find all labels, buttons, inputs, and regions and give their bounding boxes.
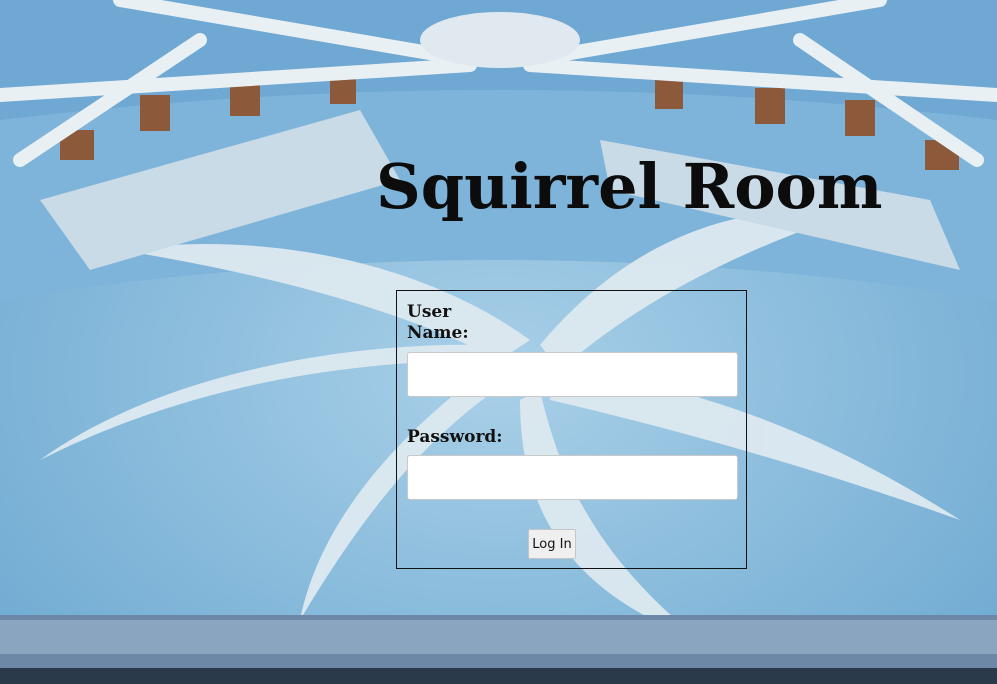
page-title: Squirrel Room bbox=[376, 150, 883, 223]
password-input[interactable] bbox=[407, 455, 738, 500]
password-label: Password: bbox=[407, 427, 503, 447]
username-input[interactable] bbox=[407, 352, 738, 397]
username-label: User Name: bbox=[407, 302, 469, 343]
login-button[interactable]: Log In bbox=[528, 529, 576, 559]
login-form: User Name: Password: Log In bbox=[396, 290, 747, 569]
